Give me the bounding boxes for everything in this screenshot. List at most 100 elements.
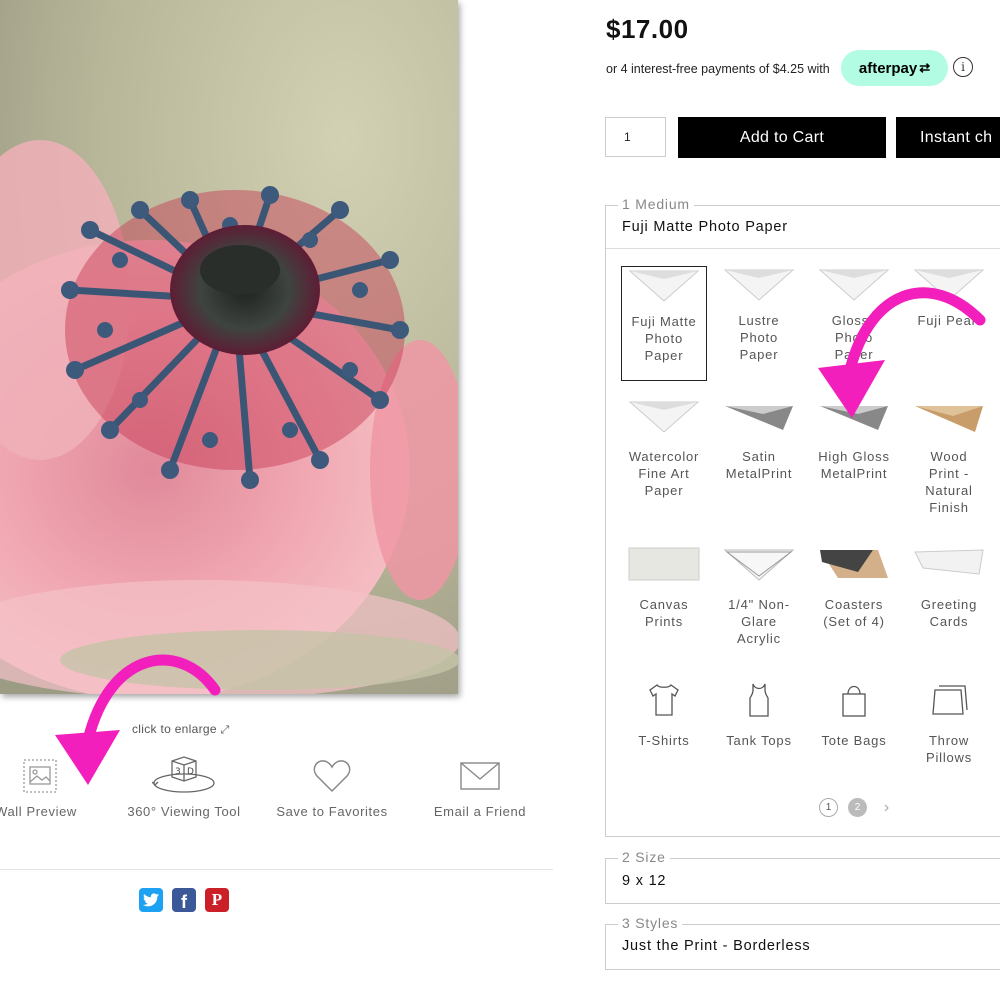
medium-option-label-line: Print - — [928, 466, 970, 481]
metal-thumbnail-icon — [811, 398, 897, 434]
medium-option-label-line: Paper — [739, 347, 779, 362]
size-selector[interactable]: 2 Size 9 x 12 — [605, 849, 1000, 904]
tank-thumbnail-icon — [716, 682, 802, 718]
medium-option[interactable]: Tote Bags — [811, 682, 897, 749]
paper-thumbnail-icon — [621, 398, 707, 434]
medium-option[interactable]: Fuji Pearl — [906, 266, 992, 329]
wall-preview-label: Wall Preview — [0, 804, 77, 819]
page-1-button[interactable]: 1 — [819, 798, 838, 817]
medium-option-label-line: MetalPrint — [725, 466, 793, 481]
wall-preview-button[interactable]: Wall Preview — [0, 752, 85, 819]
medium-option-label-line: Satin — [742, 449, 776, 464]
medium-option-label: Watercolor Fine Art Paper — [621, 448, 707, 499]
canvas-thumbnail-icon — [621, 546, 707, 582]
wall-preview-icon — [0, 752, 85, 800]
medium-option[interactable]: Fuji Matte Photo Paper — [621, 266, 707, 381]
medium-option[interactable]: Coasters (Set of 4) — [811, 546, 897, 630]
medium-option-label-line: High Gloss — [818, 449, 890, 464]
medium-option[interactable]: Greeting Cards — [906, 546, 992, 630]
medium-option-label-line: Tote Bags — [821, 733, 887, 748]
medium-option-label: Canvas Prints — [621, 596, 707, 630]
styles-value: Just the Print - Borderless — [622, 938, 811, 954]
email-a-friend-button[interactable]: Email a Friend — [420, 752, 540, 819]
instant-checkout-button[interactable]: Instant ch — [896, 117, 1000, 158]
pinterest-icon[interactable]: P — [205, 888, 229, 912]
medium-option-label: Fuji Pearl — [906, 312, 992, 329]
medium-option-label-line: Finish — [929, 500, 969, 515]
medium-option[interactable]: Lustre Photo Paper — [716, 266, 802, 363]
quantity-input[interactable] — [605, 117, 666, 157]
info-icon[interactable]: i — [953, 57, 973, 77]
medium-option[interactable]: T-Shirts — [621, 682, 707, 749]
pillow-thumbnail-icon — [906, 682, 992, 718]
medium-option-label-line: Lustre — [738, 313, 780, 328]
styles-selector[interactable]: 3 Styles Just the Print - Borderless — [605, 915, 1000, 970]
wood-thumbnail-icon — [906, 398, 992, 434]
medium-option-label: Greeting Cards — [906, 596, 992, 630]
product-price: $17.00 — [606, 14, 689, 44]
3d-view-icon: 3 D — [124, 752, 244, 800]
save-to-favorites-button[interactable]: Save to Favorites — [272, 752, 392, 819]
expand-icon: ⤢ — [220, 724, 230, 736]
svg-text:D: D — [187, 767, 195, 777]
medium-option-label-line: Throw — [928, 733, 970, 748]
medium-option-label-line: Paper — [834, 347, 874, 362]
medium-option-label: 1/4" Non- Glare Acrylic — [716, 596, 802, 647]
medium-selected-value: Fuji Matte Photo Paper — [622, 219, 788, 235]
medium-option-label-line: (Set of 4) — [823, 614, 885, 629]
medium-option-label-line: Photo — [835, 330, 873, 345]
medium-option-label-line: Fuji Pearl — [917, 313, 981, 328]
medium-option-label: Satin MetalPrint — [716, 448, 802, 482]
afterpay-arrows-icon: ⇄ — [919, 60, 931, 75]
next-page-icon[interactable]: › — [877, 798, 896, 817]
social-share-bar: f P — [139, 888, 229, 912]
afterpay-label: afterpay — [858, 59, 918, 77]
medium-option-label-line: Wood — [930, 449, 968, 464]
afterpay-badge[interactable]: afterpay ⇄ — [841, 50, 948, 86]
medium-option-label: Wood Print - Natural Finish — [906, 448, 992, 516]
medium-option[interactable]: 1/4" Non- Glare Acrylic — [716, 546, 802, 647]
medium-option[interactable]: Canvas Prints — [621, 546, 707, 630]
medium-option[interactable]: Satin MetalPrint — [716, 398, 802, 482]
email-a-friend-label: Email a Friend — [433, 804, 527, 819]
medium-option[interactable]: Tank Tops — [716, 682, 802, 749]
medium-option[interactable]: Wood Print - Natural Finish — [906, 398, 992, 516]
product-photo[interactable] — [0, 0, 458, 694]
viewing-tool-button[interactable]: 3 D 360° Viewing Tool — [124, 752, 244, 819]
metal-thumbnail-icon — [716, 398, 802, 434]
facebook-icon[interactable]: f — [172, 888, 196, 912]
medium-option[interactable]: High Gloss MetalPrint — [811, 398, 897, 482]
card-thumbnail-icon — [906, 546, 992, 582]
section-divider — [0, 869, 553, 870]
medium-option[interactable]: Glossy Photo Paper — [811, 266, 897, 363]
medium-option-label: Lustre Photo Paper — [716, 312, 802, 363]
medium-option-label: Glossy Photo Paper — [811, 312, 897, 363]
page-2-button[interactable]: 2 — [848, 798, 867, 817]
styles-legend: 3 Styles — [618, 915, 683, 931]
medium-option-label-line: Tank Tops — [726, 733, 792, 748]
medium-option-label-line: 1/4" Non- — [728, 597, 790, 612]
medium-legend: 1 Medium — [618, 196, 694, 212]
add-to-cart-button[interactable]: Add to Cart — [678, 117, 886, 158]
tote-thumbnail-icon — [811, 682, 897, 718]
medium-option[interactable]: Throw Pillows — [906, 682, 992, 766]
click-to-enlarge-hint[interactable]: click to enlarge ⤢ — [132, 722, 230, 737]
size-value: 9 x 12 — [622, 873, 667, 889]
medium-option-label-line: Pillows — [925, 750, 973, 765]
save-to-favorites-label: Save to Favorites — [276, 804, 388, 819]
viewing-tool-label: 360° Viewing Tool — [127, 804, 241, 819]
medium-option-label-line: T-Shirts — [638, 733, 690, 748]
twitter-icon[interactable] — [139, 888, 163, 912]
acrylic-thumbnail-icon — [716, 546, 802, 582]
medium-option-label-line: Watercolor — [628, 449, 700, 464]
medium-option-label: Coasters (Set of 4) — [811, 596, 897, 630]
medium-option-label-line: Fine Art — [638, 466, 690, 481]
medium-option[interactable]: Watercolor Fine Art Paper — [621, 398, 707, 499]
medium-option-label: High Gloss MetalPrint — [811, 448, 897, 482]
enlarge-label: click to enlarge — [132, 722, 217, 736]
medium-option-label-line: Coasters — [824, 597, 884, 612]
medium-option-label-line: Prints — [644, 614, 684, 629]
medium-option-label: Fuji Matte Photo Paper — [622, 313, 706, 364]
paper-thumbnail-icon — [906, 266, 992, 302]
medium-option-label: T-Shirts — [621, 732, 707, 749]
